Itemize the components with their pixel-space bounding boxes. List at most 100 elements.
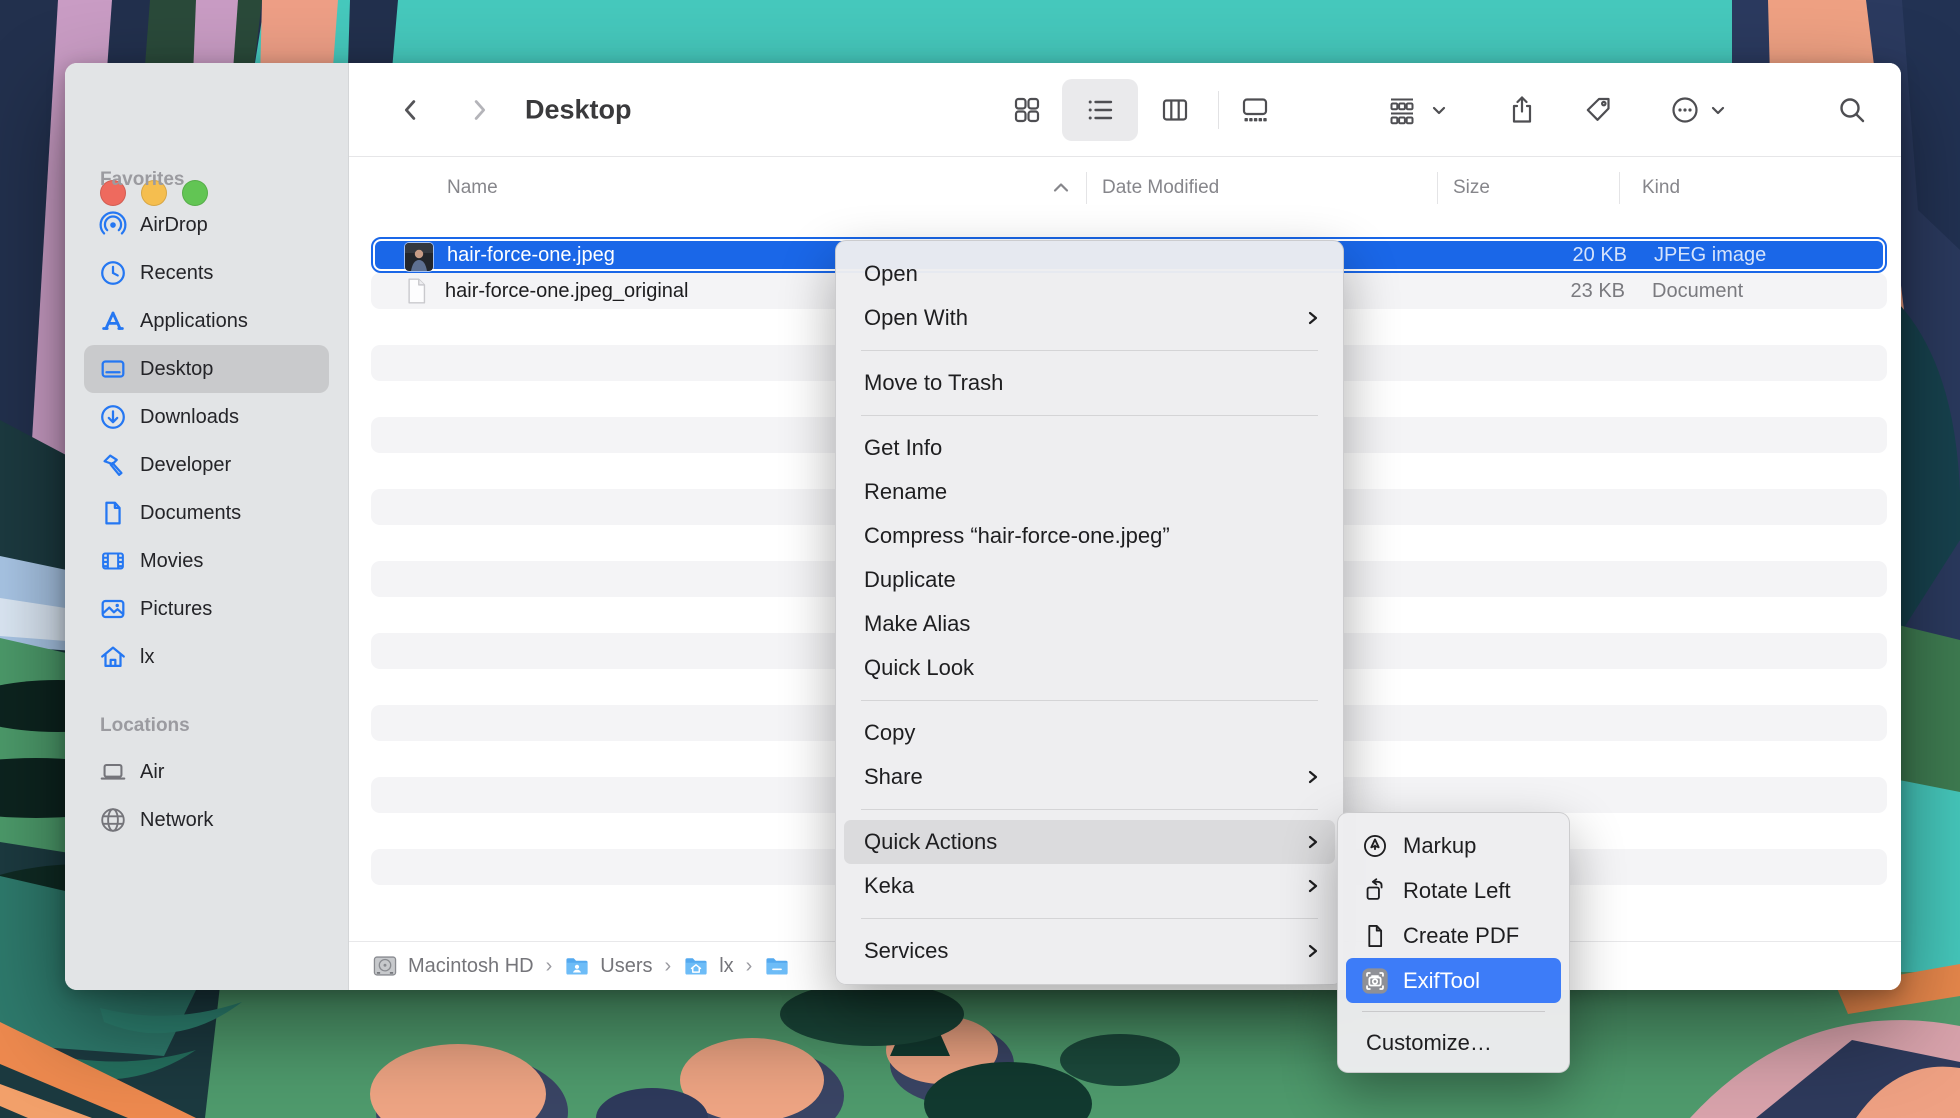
sidebar-item-label: Air [140,761,164,784]
menu-item-get-info[interactable]: Get Info [844,426,1335,470]
sidebar-section-favorites: Favorites [100,169,184,191]
sidebar-item-movies[interactable]: Movies [84,537,329,585]
column-header-kind[interactable]: Kind [1642,177,1680,199]
sidebar-item-documents[interactable]: Documents [84,489,329,537]
menu-item-label: Rename [864,479,947,505]
window-title: Desktop [525,94,632,125]
path-segment-macintosh-hd[interactable]: Macintosh HD [372,953,534,979]
path-label: lx [719,955,733,978]
sidebar-item-label: Pictures [140,598,212,621]
clock-icon [97,257,129,289]
create-pdf-icon [1360,921,1390,951]
sidebar-item-label: Desktop [140,358,213,381]
menu-item-services[interactable]: Services [844,929,1335,973]
sidebar-item-downloads[interactable]: Downloads [84,393,329,441]
menu-item-label: Quick Look [864,655,974,681]
menu-separator [861,809,1318,810]
path-segment-users[interactable]: Users [564,953,652,979]
sidebar: Favorites AirDrop [65,63,349,990]
list-view-button[interactable] [1078,88,1122,132]
column-view-button[interactable] [1153,88,1197,132]
desktop-icon [97,353,129,385]
submenu-item-exiftool[interactable]: ExifTool [1346,958,1561,1003]
laptop-icon [97,756,129,788]
menu-item-label: Copy [864,720,915,746]
sidebar-item-network[interactable]: Network [84,796,329,844]
column-header-row: Name Date Modified Size Kind [349,156,1901,220]
column-separator[interactable] [1086,172,1087,204]
path-segment-truncated[interactable] [764,953,800,979]
search-button[interactable] [1830,88,1874,132]
sidebar-item-pictures[interactable]: Pictures [84,585,329,633]
menu-item-label: Quick Actions [864,829,997,855]
sidebar-item-airdrop[interactable]: AirDrop [84,201,329,249]
more-chevron-down-icon [1708,88,1728,132]
menu-item-label: Duplicate [864,567,956,593]
markup-icon [1360,831,1390,861]
path-chevron-icon: › [746,955,753,978]
submenu-item-customize[interactable]: Customize… [1346,1020,1561,1065]
menu-item-label: Get Info [864,435,942,461]
menu-item-compress[interactable]: Compress “hair-force-one.jpeg” [844,514,1335,558]
sidebar-item-label: Developer [140,454,231,477]
column-separator[interactable] [1619,172,1620,204]
hammer-icon [97,449,129,481]
menu-item-rename[interactable]: Rename [844,470,1335,514]
file-kind: JPEG image [1654,239,1766,271]
menu-item-make-alias[interactable]: Make Alias [844,602,1335,646]
icon-view-button[interactable] [1005,88,1049,132]
submenu-item-label: Rotate Left [1403,878,1511,904]
file-size: 20 KB [1439,239,1627,271]
more-button[interactable] [1663,88,1707,132]
sidebar-item-developer[interactable]: Developer [84,441,329,489]
menu-item-move-to-trash[interactable]: Move to Trash [844,361,1335,405]
toolbar-divider [1218,91,1219,129]
file-size: 23 KB [1437,273,1625,309]
sidebar-section-locations: Locations [100,715,190,737]
menu-item-open[interactable]: Open [844,252,1335,296]
file-name: hair-force-one.jpeg_original [445,273,688,309]
exiftool-icon [1360,966,1390,996]
share-button[interactable] [1500,88,1544,132]
airdrop-icon [97,209,129,241]
sidebar-item-applications[interactable]: Applications [84,297,329,345]
submenu-chevron-icon [1305,878,1321,894]
forward-button[interactable] [457,88,501,132]
sidebar-item-recents[interactable]: Recents [84,249,329,297]
column-header-size[interactable]: Size [1453,177,1490,199]
file-name: hair-force-one.jpeg [447,239,615,271]
submenu-item-rotate-left[interactable]: Rotate Left [1346,868,1561,913]
menu-item-quick-look[interactable]: Quick Look [844,646,1335,690]
back-button[interactable] [389,88,433,132]
file-kind: Document [1652,273,1743,309]
tag-button[interactable] [1576,88,1620,132]
menu-item-label: Open With [864,305,968,331]
globe-icon [97,804,129,836]
path-segment-lx[interactable]: lx [683,953,733,979]
submenu-chevron-icon [1305,834,1321,850]
menu-item-duplicate[interactable]: Duplicate [844,558,1335,602]
group-button[interactable] [1380,88,1424,132]
menu-item-open-with[interactable]: Open With [844,296,1335,340]
home-icon [97,641,129,673]
gallery-view-button[interactable] [1233,88,1277,132]
menu-item-quick-actions[interactable]: Quick Actions [844,820,1335,864]
submenu-item-create-pdf[interactable]: Create PDF [1346,913,1561,958]
menu-item-keka[interactable]: Keka [844,864,1335,908]
film-icon [97,545,129,577]
menu-separator [861,918,1318,919]
column-separator[interactable] [1437,172,1438,204]
sidebar-item-air[interactable]: Air [84,748,329,796]
document-icon [97,497,129,529]
submenu-chevron-icon [1305,943,1321,959]
sidebar-item-desktop[interactable]: Desktop [84,345,329,393]
sidebar-item-label: Documents [140,502,241,525]
rotate-left-icon [1360,876,1390,906]
menu-item-copy[interactable]: Copy [844,711,1335,755]
column-header-date-modified[interactable]: Date Modified [1102,177,1219,199]
column-header-name[interactable]: Name [447,177,498,199]
sidebar-item-home[interactable]: lx [84,633,329,681]
submenu-item-markup[interactable]: Markup [1346,823,1561,868]
menu-item-label: Services [864,938,948,964]
menu-item-share[interactable]: Share [844,755,1335,799]
